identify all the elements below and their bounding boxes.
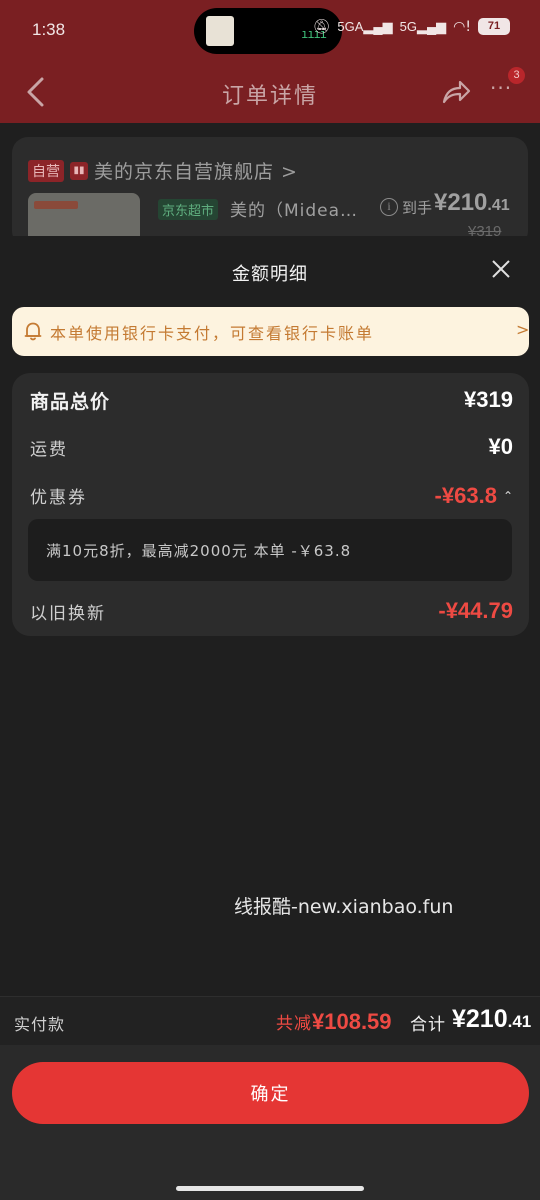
coupon-label: 优惠券 [30,488,87,508]
shipping-value: ¥0 [488,434,513,459]
coupon-value: -¥63.8 [434,483,497,508]
final-price-label: 到手 [402,199,433,217]
shipping-label: 运费 [30,440,68,460]
coupon-detail-text: 满10元8折，最高减2000元 本单 -￥63.8 [46,542,352,560]
share-icon[interactable] [440,76,472,108]
signal-5g-icon: 5G▂▄▆ [399,18,447,34]
more-badge: 3 [508,67,525,84]
trade-in-label: 以旧换新 [30,604,106,624]
goods-total-label: 商品总价 [30,391,111,413]
coupon-detail: 满10元8折，最高减2000元 本单 -￥63.8 [28,519,512,581]
store-name: 美的京东自营旗舰店 > [94,161,298,183]
info-icon[interactable]: i [380,198,398,216]
jd-supermarket-tag: 京东超市 [158,199,219,220]
bell-icon [24,322,42,341]
order-card: 自营 ▮▮ 美的京东自营旗舰店 > 京东超市 美的（Midea… i 到手 ¥2… [12,137,528,247]
store-logo-icon: ▮▮ [70,161,88,180]
status-time: 1:38 [32,20,66,39]
nav-bar: 订单详情 ··· 3 [0,62,540,123]
status-icons: 🔕︎ 5GA▂▄▆ 5G▂▄▆ ◠! 71 [313,18,510,35]
wifi-icon: ◠! [453,18,471,35]
notice-text: 本单使用银行卡支付，可查看银行卡账单 [50,324,375,343]
confirm-button[interactable]: 确定 [12,1062,529,1124]
mute-icon: 🔕︎ [312,18,331,35]
payment-summary: 实付款 共减¥108.59 合计 ¥210.41 [0,997,540,1045]
coupon-toggle[interactable]: -¥63.8 ⌃ [435,483,513,509]
chevron-up-icon: ⌃ [502,489,513,503]
home-indicator[interactable] [176,1186,364,1191]
signal-5ga-icon: 5GA▂▄▆ [337,18,393,34]
actual-payment-label: 实付款 [14,1015,66,1034]
price-breakdown-card: 商品总价 ¥319 运费 ¥0 优惠券 -¥63.8 ⌃ 满10元8折，最高减2… [12,373,529,636]
self-operated-tag: 自营 [28,159,64,182]
total-amount: ¥210.41 [452,1005,532,1033]
chevron-right-icon: > [516,320,530,339]
battery-icon: 71 [478,18,510,35]
bank-card-notice[interactable]: 本单使用银行卡支付，可查看银行卡账单 > [12,307,529,356]
final-price: ¥210.41 [434,189,510,216]
total-discount: 共减¥108.59 [276,1009,392,1034]
close-icon[interactable] [488,256,514,282]
total-label: 合计 [410,1015,446,1035]
island-thumbnail [206,16,234,46]
status-bar: 1:38 ıııı 🔕︎ 5GA▂▄▆ 5G▂▄▆ ◠! 71 [0,0,540,62]
amount-detail-sheet: 金额明细 本单使用银行卡支付，可查看银行卡账单 > 商品总价 ¥319 运费 ¥… [0,236,540,1200]
store-row[interactable]: 自营 ▮▮ 美的京东自营旗舰店 > [28,157,298,184]
watermark: 线报酷-new.xianbao.fun [234,896,454,918]
sheet-title: 金额明细 [232,264,308,285]
trade-in-value: -¥44.79 [438,598,513,623]
product-title[interactable]: 美的（Midea… [230,196,358,221]
goods-total-value: ¥319 [464,387,513,412]
